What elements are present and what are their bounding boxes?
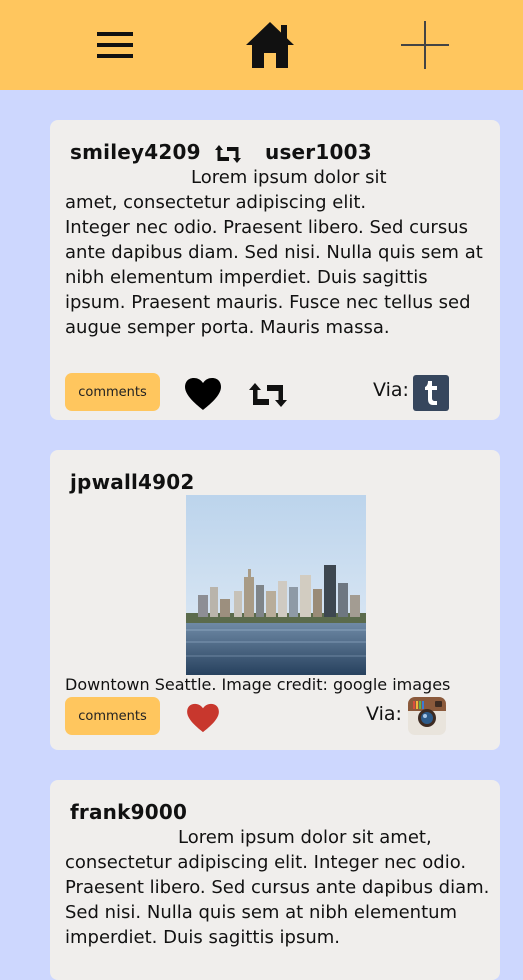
plus-icon <box>401 21 449 69</box>
post-card: frank9000 Lorem ipsum dolor sit amet, co… <box>50 780 500 980</box>
photo-caption: Downtown Seattle. Image credit: google i… <box>65 675 451 694</box>
home-button[interactable] <box>240 0 300 90</box>
post-text-lead: Lorem ipsum dolor sit <box>191 167 387 188</box>
tumblr-icon[interactable] <box>413 375 449 411</box>
post-card: smiley4209 user1003 Lorem ipsum dolor si… <box>50 120 500 420</box>
hamburger-menu-icon <box>97 32 133 58</box>
reblog-icon <box>215 145 241 163</box>
seattle-skyline-photo[interactable] <box>186 495 366 675</box>
post-username[interactable]: frank9000 <box>70 800 187 824</box>
instagram-icon[interactable] <box>408 697 446 735</box>
post-text-lead: Lorem ipsum dolor sit amet, <box>178 827 432 848</box>
post-card: jpwall4902 Downtown Seattle. Image credi… <box>50 450 500 750</box>
top-nav-bar <box>0 0 523 90</box>
via-label: Via: <box>366 703 402 725</box>
home-icon <box>246 22 294 68</box>
reblog-icon[interactable] <box>246 382 290 408</box>
post-text: consectetur adipiscing elit. Integer nec… <box>65 852 490 948</box>
reblogged-from-username[interactable]: user1003 <box>265 140 372 164</box>
comments-button[interactable]: comments <box>65 697 160 735</box>
via-label: Via: <box>373 379 409 401</box>
menu-button[interactable] <box>90 0 140 90</box>
comments-button[interactable]: comments <box>65 373 160 411</box>
heart-icon[interactable] <box>186 703 220 733</box>
post-username[interactable]: smiley4209 <box>70 140 201 164</box>
add-post-button[interactable] <box>395 0 455 90</box>
post-username[interactable]: jpwall4902 <box>70 470 195 494</box>
post-text: amet, consectetur adipiscing elit. Integ… <box>65 192 483 338</box>
heart-icon[interactable] <box>184 377 222 411</box>
